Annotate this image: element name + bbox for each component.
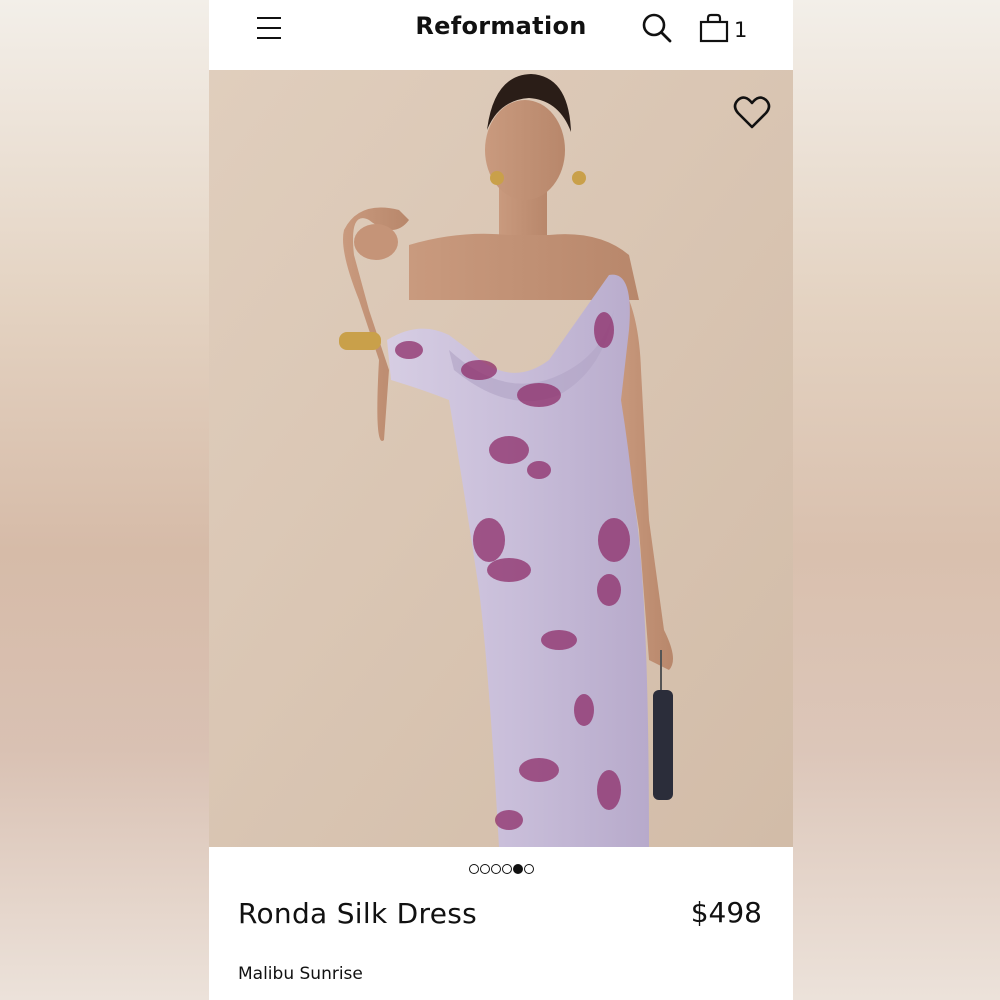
carousel-dot[interactable]: [501, 863, 512, 874]
carousel-indicator: [209, 858, 793, 874]
heart-icon[interactable]: [733, 94, 771, 132]
product-page: Reformation 1 Ronda Silk Dress $498 Mali…: [209, 0, 793, 1000]
cart-count: 1: [734, 18, 748, 42]
carousel-dot[interactable]: [479, 863, 490, 874]
product-price: $498: [690, 896, 762, 929]
search-icon[interactable]: [641, 12, 673, 44]
carousel-dot[interactable]: [468, 863, 479, 874]
product-image[interactable]: [209, 70, 793, 847]
product-name: Ronda Silk Dress: [238, 897, 478, 930]
background-left: [0, 0, 209, 1000]
product-color: Malibu Sunrise: [238, 964, 363, 984]
top-nav: Reformation 1: [209, 0, 793, 70]
carousel-dot-active[interactable]: [512, 863, 523, 874]
model-photo: [209, 70, 793, 847]
carousel-dot[interactable]: [523, 863, 534, 874]
bag-icon: [699, 13, 729, 43]
background-right: [793, 0, 1000, 1000]
carousel-dot[interactable]: [490, 863, 501, 874]
